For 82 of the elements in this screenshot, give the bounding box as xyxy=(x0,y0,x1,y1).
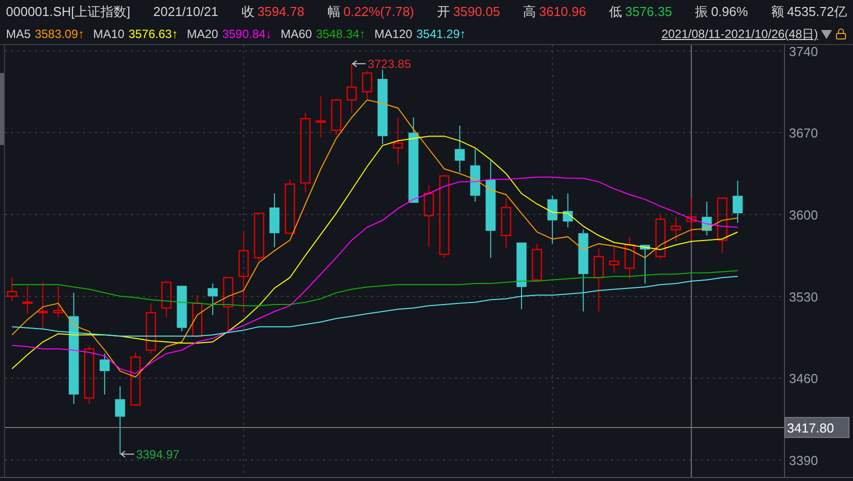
candlestick xyxy=(424,184,434,248)
candlestick xyxy=(624,236,635,280)
ma-name: MA20 xyxy=(186,26,218,43)
ma-value: 3576.63↑ xyxy=(128,26,178,43)
candlestick xyxy=(500,198,512,249)
candlestick xyxy=(130,352,141,406)
candlestick xyxy=(53,285,64,318)
candlestick xyxy=(6,277,18,302)
date-range-link[interactable]: 2021/08/11-2021/10/26(48日) xyxy=(661,25,818,43)
axis-label: 3600 xyxy=(789,208,818,222)
candlestick xyxy=(392,116,404,165)
candlestick xyxy=(176,285,187,332)
candlestick xyxy=(269,192,280,248)
axis-label: 3530 xyxy=(789,289,818,304)
ma-name: MA120 xyxy=(374,26,412,43)
extreme-price-label: 3394.97 xyxy=(136,448,180,462)
candlestick xyxy=(192,294,202,337)
leader-arrow xyxy=(352,60,366,68)
candlestick xyxy=(115,386,126,455)
field-value: 0.22%(7.78) xyxy=(343,3,414,22)
dropdown-triangle-icon[interactable] xyxy=(821,30,832,38)
candlestick xyxy=(84,344,94,404)
price-tag: 3417.80 xyxy=(784,416,850,438)
candlestick xyxy=(223,276,234,334)
field-label: 振 xyxy=(695,3,708,22)
ma-value: 3590.84↓ xyxy=(222,26,272,43)
candlestick xyxy=(331,98,342,136)
axis-label: 3670 xyxy=(789,126,818,141)
leader-arrow xyxy=(120,450,135,458)
candlestick xyxy=(594,248,604,312)
field-value: 4535.72亿 xyxy=(786,3,847,22)
candlestick xyxy=(208,282,218,316)
candlestick xyxy=(146,302,156,354)
lock-icon[interactable] xyxy=(835,28,847,40)
ref-line-label: 3417.80 xyxy=(787,420,834,436)
axis-label: 3460 xyxy=(789,371,818,386)
ma-value: 3541.29↑ xyxy=(416,26,466,43)
candlestick xyxy=(161,280,172,318)
candlestick xyxy=(717,197,728,254)
candlestick xyxy=(609,246,620,274)
field-value: 3594.78 xyxy=(257,3,304,22)
ma-value: 3583.09↑ xyxy=(34,26,84,43)
ma-name: MA5 xyxy=(6,26,31,43)
candlestick xyxy=(547,195,558,244)
candlestick xyxy=(670,216,682,242)
candlestick xyxy=(516,242,527,310)
candlestick xyxy=(640,244,650,284)
axis-label: 3740 xyxy=(789,45,818,59)
scrollbar-thumb[interactable] xyxy=(0,73,4,145)
field-label: 开 xyxy=(437,3,450,22)
field-label: 幅 xyxy=(327,3,340,22)
candlestick xyxy=(38,282,48,330)
candlestick xyxy=(100,353,110,395)
candlestick xyxy=(655,214,666,260)
candlestick xyxy=(254,212,264,262)
candlestick xyxy=(702,201,712,236)
field-value: 3576.35 xyxy=(625,3,672,22)
quote-date: 2021/10/21 xyxy=(153,3,218,22)
candlestick xyxy=(686,198,696,241)
extreme-price-label: 3723.85 xyxy=(368,57,412,72)
field-value: 0.96% xyxy=(711,3,748,22)
candlestick xyxy=(470,148,480,202)
field-label: 高 xyxy=(523,3,536,22)
field-value: 3590.05 xyxy=(453,3,500,22)
candlestick xyxy=(454,125,465,173)
field-value: 3610.96 xyxy=(539,3,586,22)
stock-symbol: 000001.SH[上证指数] xyxy=(6,3,130,22)
field-label: 低 xyxy=(609,3,622,22)
field-label: 额 xyxy=(770,3,784,22)
axis-label: 3390 xyxy=(789,452,818,468)
ma-value: 3548.34↑ xyxy=(316,26,366,43)
candlestick xyxy=(562,192,573,228)
candlestick xyxy=(362,70,372,100)
ma-name: MA60 xyxy=(280,26,312,43)
candlestick xyxy=(532,243,542,281)
candlestick xyxy=(346,63,357,114)
candlestick xyxy=(732,180,743,224)
candlestick xyxy=(284,178,296,234)
candlestick xyxy=(22,285,33,314)
candlestick xyxy=(316,96,326,138)
ma-name: MA10 xyxy=(93,26,124,43)
field-label: 收 xyxy=(241,3,254,22)
